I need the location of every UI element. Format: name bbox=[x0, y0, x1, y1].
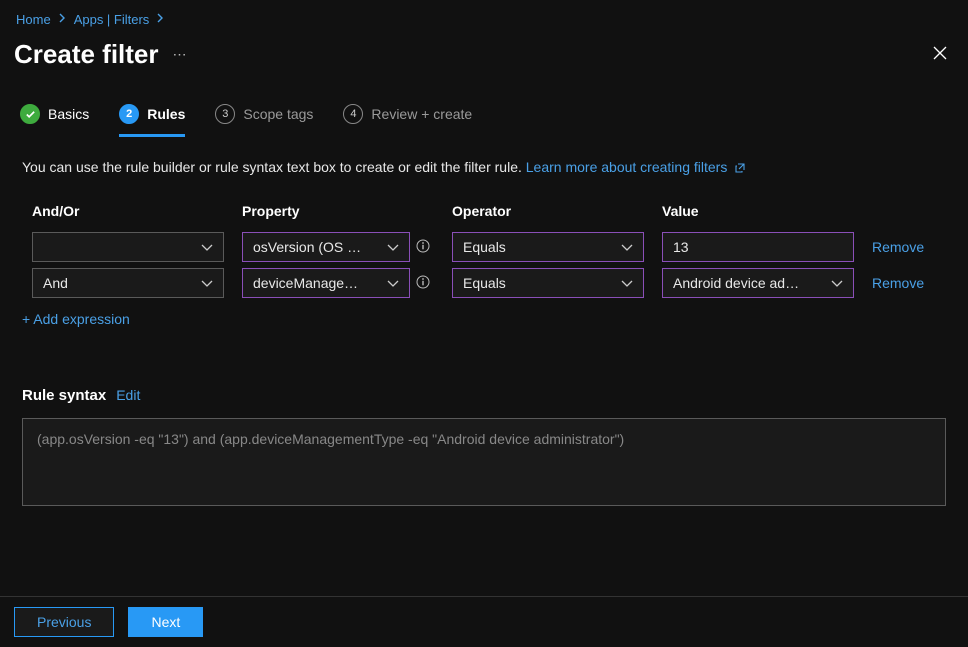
breadcrumb-apps-filters[interactable]: Apps | Filters bbox=[74, 12, 150, 27]
chevron-down-icon bbox=[621, 239, 633, 255]
property-select[interactable]: osVersion (OS … bbox=[242, 232, 410, 262]
col-andor: And/Or bbox=[32, 203, 242, 219]
value-input[interactable]: 13 bbox=[662, 232, 854, 262]
rule-syntax-edit-button[interactable]: Edit bbox=[116, 387, 140, 403]
description-text: You can use the rule builder or rule syn… bbox=[0, 137, 968, 195]
chevron-right-icon bbox=[59, 13, 66, 26]
add-expression-button[interactable]: + Add expression bbox=[0, 301, 968, 337]
title-bar: Create filter ⋯ bbox=[0, 33, 968, 98]
operator-value: Equals bbox=[463, 275, 506, 291]
value-text: Android device ad… bbox=[673, 275, 799, 291]
learn-more-label: Learn more about creating filters bbox=[526, 159, 728, 175]
operator-select[interactable]: Equals bbox=[452, 268, 644, 298]
breadcrumb-home[interactable]: Home bbox=[16, 12, 51, 27]
chevron-down-icon bbox=[831, 275, 843, 291]
chevron-down-icon bbox=[201, 275, 213, 291]
check-icon bbox=[20, 104, 40, 124]
description-body: You can use the rule builder or rule syn… bbox=[22, 159, 526, 175]
step-2-badge: 2 bbox=[119, 104, 139, 124]
andor-select[interactable] bbox=[32, 232, 224, 262]
property-value: deviceManage… bbox=[253, 275, 358, 291]
info-icon[interactable] bbox=[416, 239, 430, 256]
value-text: 13 bbox=[673, 239, 689, 255]
col-operator: Operator bbox=[452, 203, 662, 219]
tab-scope-tags[interactable]: 3 Scope tags bbox=[215, 104, 313, 137]
page-title: Create filter bbox=[14, 39, 159, 70]
learn-more-link[interactable]: Learn more about creating filters bbox=[526, 159, 746, 175]
remove-button[interactable]: Remove bbox=[872, 239, 952, 255]
tab-review-create[interactable]: 4 Review + create bbox=[343, 104, 472, 137]
tab-rules-label: Rules bbox=[147, 106, 185, 122]
chevron-right-icon bbox=[157, 13, 164, 26]
chevron-down-icon bbox=[621, 275, 633, 291]
remove-button[interactable]: Remove bbox=[872, 275, 952, 291]
info-icon[interactable] bbox=[416, 275, 430, 292]
andor-select[interactable]: And bbox=[32, 268, 224, 298]
next-button[interactable]: Next bbox=[128, 607, 203, 637]
step-4-badge: 4 bbox=[343, 104, 363, 124]
chevron-down-icon bbox=[387, 239, 399, 255]
andor-value: And bbox=[43, 275, 68, 291]
property-select[interactable]: deviceManage… bbox=[242, 268, 410, 298]
rule-syntax-textbox[interactable]: (app.osVersion -eq "13") and (app.device… bbox=[22, 418, 946, 506]
breadcrumb: Home Apps | Filters bbox=[0, 0, 968, 33]
rule-syntax-header: Rule syntax Edit bbox=[0, 337, 968, 412]
step-3-badge: 3 bbox=[215, 104, 235, 124]
col-value: Value bbox=[662, 203, 872, 219]
rule-row: osVersion (OS … Equals 13 Remove bbox=[0, 229, 968, 265]
rule-row: And deviceManage… Equals Android device … bbox=[0, 265, 968, 301]
wizard-footer: Previous Next bbox=[0, 596, 968, 647]
rule-syntax-label: Rule syntax bbox=[22, 387, 106, 404]
tab-rules[interactable]: 2 Rules bbox=[119, 104, 185, 137]
external-link-icon bbox=[734, 161, 746, 177]
chevron-down-icon bbox=[387, 275, 399, 291]
previous-button[interactable]: Previous bbox=[14, 607, 114, 637]
operator-select[interactable]: Equals bbox=[452, 232, 644, 262]
tab-basics[interactable]: Basics bbox=[20, 104, 89, 137]
tab-scope-label: Scope tags bbox=[243, 106, 313, 122]
col-property: Property bbox=[242, 203, 452, 219]
value-select[interactable]: Android device ad… bbox=[662, 268, 854, 298]
tab-basics-label: Basics bbox=[48, 106, 89, 122]
property-value: osVersion (OS … bbox=[253, 239, 361, 255]
operator-value: Equals bbox=[463, 239, 506, 255]
tab-review-label: Review + create bbox=[371, 106, 472, 122]
close-icon[interactable] bbox=[932, 45, 948, 64]
more-menu-button[interactable]: ⋯ bbox=[173, 46, 188, 63]
chevron-down-icon bbox=[201, 239, 213, 255]
wizard-tabs: Basics 2 Rules 3 Scope tags 4 Review + c… bbox=[0, 98, 968, 137]
rule-columns-header: And/Or Property Operator Value bbox=[0, 195, 968, 229]
